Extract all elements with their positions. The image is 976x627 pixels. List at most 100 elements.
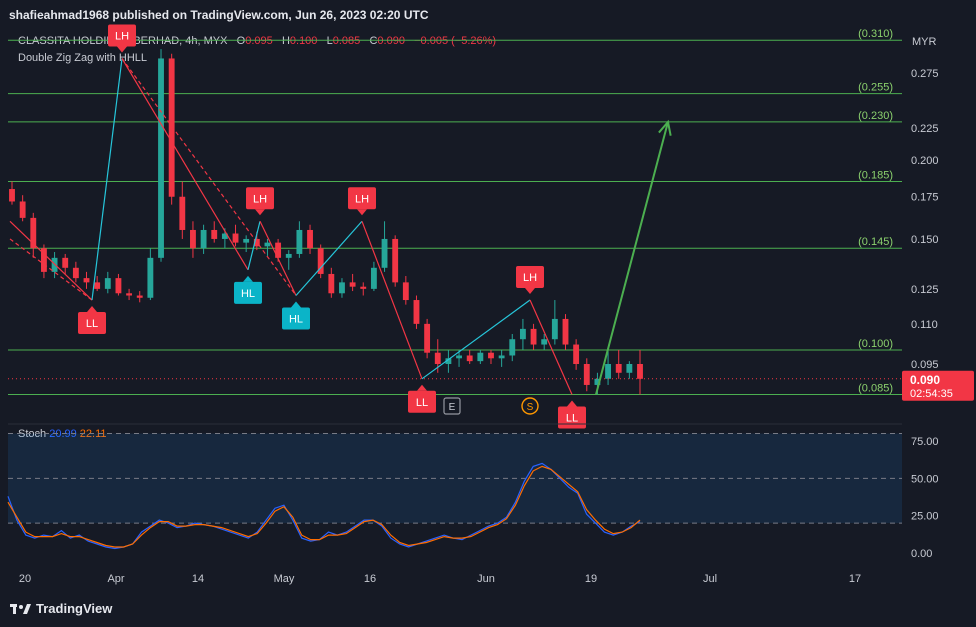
high-value: 0.100 <box>289 35 318 47</box>
candle-body <box>637 364 643 379</box>
candle-body <box>243 238 250 243</box>
stoch-axis-tick: 0.00 <box>911 548 932 560</box>
stoch-k-value: 20.99 <box>49 428 77 440</box>
change-value: −0.005 (−5.26%) <box>414 35 497 47</box>
zigzag-dashed-segment <box>9 238 93 301</box>
open-value: 0.095 <box>245 35 273 47</box>
price-axis-tick: 0.150 <box>911 234 939 246</box>
candle-body <box>296 229 303 254</box>
candle-body <box>211 229 218 239</box>
price-chart[interactable]: (0.310) (0.255) (0.230) (0.185) (0.145) (0.10… <box>0 0 976 627</box>
candle-body <box>626 364 633 373</box>
candle-body <box>360 286 367 289</box>
pivot-label-box <box>78 312 106 335</box>
pivot-label-box <box>234 281 262 304</box>
zigzag-segment <box>259 221 297 296</box>
pivot-label: HL <box>289 314 303 326</box>
candle-body <box>392 238 399 283</box>
pivot-pointer <box>255 209 265 216</box>
candle-body <box>307 229 313 249</box>
time-axis-label: 19 <box>585 573 597 585</box>
pivot-label-box <box>348 187 376 210</box>
candle-body <box>615 364 622 373</box>
time-axis-label: May <box>274 573 295 585</box>
zigzag-segment <box>91 58 123 301</box>
time-axis-label: Jun <box>477 573 495 585</box>
pivot-pointer <box>291 301 301 308</box>
price-axis-tick: 0.175 <box>911 192 939 204</box>
candle-body <box>477 352 484 362</box>
candle-body <box>328 273 335 294</box>
candle-body <box>583 364 590 385</box>
open-label: O <box>236 35 246 47</box>
pivot-pointer <box>417 384 427 391</box>
time-axis-label: 20 <box>19 573 31 585</box>
candle-body <box>466 355 473 362</box>
fib-level-label: (0.310) <box>858 28 893 40</box>
stoch-pane <box>7 433 902 550</box>
price-pane: (0.310) (0.255) (0.230) (0.185) (0.145) (0.10… <box>8 24 902 429</box>
pivot-label-box <box>408 390 436 413</box>
pivot-label-box <box>282 307 310 330</box>
pivot-pointer <box>357 209 367 216</box>
close-value: 0.090 <box>377 35 405 47</box>
price-axis-tick: 0.275 <box>911 68 939 80</box>
pivot-label: LL <box>416 397 428 409</box>
earnings-event-icon <box>443 397 461 415</box>
candle-body <box>381 238 388 268</box>
price-axis-tick: 0.110 <box>911 319 938 331</box>
candle-body <box>456 355 462 359</box>
symbol-legend: CLASSITA HOLDINGS BERHAD, 4h, MYX O0.095… <box>18 35 496 47</box>
fib-level-label: (0.230) <box>858 110 893 122</box>
candle-body <box>136 295 143 298</box>
candle-body <box>605 364 611 379</box>
candle-body <box>264 242 271 247</box>
stoch-label: Stoch <box>18 428 47 440</box>
price-axis-tick: 0.225 <box>911 123 939 135</box>
fib-level-label: (0.145) <box>858 236 893 248</box>
candle-body <box>83 278 90 283</box>
brand-name: TradingView <box>36 601 113 616</box>
candle-body <box>253 238 260 247</box>
stoch-legend[interactable]: Stoch 20.99 22.11 <box>18 428 107 440</box>
event-label: S <box>527 402 534 413</box>
price-axis-tick: 0.095 <box>911 359 939 371</box>
stoch-axis-tick: 25.00 <box>911 511 939 523</box>
time-axis-label: Jul <box>703 573 717 585</box>
candle-body <box>541 339 548 345</box>
bar-countdown: 02:54:35 <box>910 388 953 400</box>
pivot-label-box <box>516 266 544 289</box>
stoch-axis-tick: 50.00 <box>911 473 939 485</box>
candle-body <box>339 282 345 294</box>
zigzag-segment <box>121 58 249 271</box>
candle-body <box>19 201 26 218</box>
candle-body <box>147 257 154 298</box>
stoch-axis-tick: 75.00 <box>911 436 939 448</box>
candle-body <box>62 257 69 268</box>
stoch-band-fill <box>8 433 902 524</box>
candle-body <box>519 328 526 340</box>
candle-body <box>413 300 420 324</box>
candle-body <box>530 328 537 345</box>
candle-body <box>498 355 505 359</box>
price-axis-tick: 0.125 <box>911 284 939 296</box>
indicator-legend[interactable]: Double Zig Zag with HHLL <box>18 52 147 64</box>
tradingview-logo[interactable]: TradingView <box>10 601 112 616</box>
pivot-label-box <box>558 406 586 429</box>
time-axis-label: 14 <box>192 573 204 585</box>
candle-body <box>126 293 133 296</box>
candle-body <box>551 318 558 340</box>
candle-body <box>232 233 239 243</box>
zigzag-segment <box>421 299 531 380</box>
high-label: H <box>281 35 290 47</box>
pivot-pointer <box>567 400 577 407</box>
symbol-name[interactable]: CLASSITA HOLDINGS BERHAD, 4h, MYX <box>18 35 227 47</box>
published-header: shafieahmad1968 published on TradingView… <box>9 8 429 22</box>
candle-body <box>445 358 452 364</box>
pivot-label: LH <box>355 193 369 205</box>
last-price-tag <box>902 370 974 401</box>
pivot-label: HL <box>241 288 255 300</box>
low-value: 0.085 <box>332 35 361 47</box>
candle-body <box>158 58 164 258</box>
candle-body <box>424 323 431 353</box>
